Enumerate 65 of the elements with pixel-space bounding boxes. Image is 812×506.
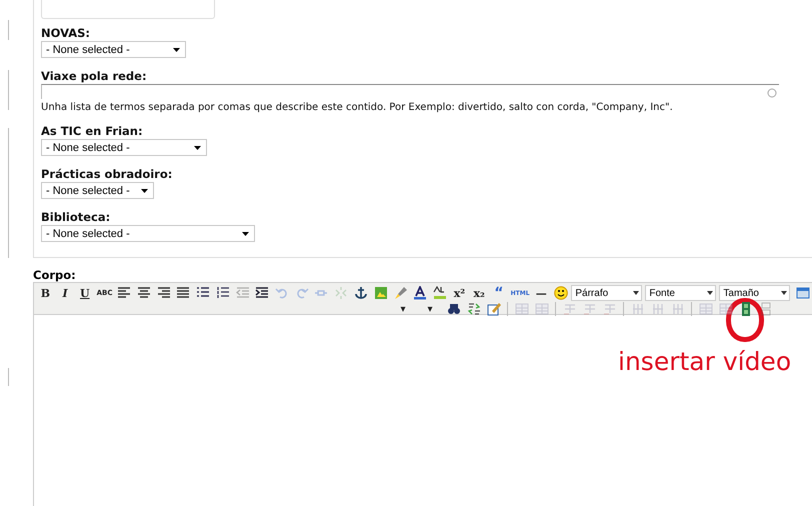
dropdown-field[interactable]: Párrafo — [571, 285, 642, 301]
page-break-icon — [758, 302, 772, 316]
dropdown-field[interactable] — [41, 0, 215, 19]
indent-icon — [255, 286, 270, 300]
smiley-icon — [554, 286, 568, 300]
field-label: Viaxe pola rede: — [41, 68, 148, 84]
window-icon — [796, 286, 810, 300]
undo-icon — [274, 286, 289, 300]
dropdown-field[interactable]: - None selected - — [41, 139, 207, 156]
caret-icon — [707, 291, 714, 295]
dropdown-field[interactable]: - None selected - — [41, 225, 255, 242]
bulleted-list-icon — [196, 286, 210, 300]
field-label: As TIC en Frian: — [41, 123, 144, 139]
table-column-icon — [670, 302, 684, 316]
table-column-icon — [630, 302, 644, 316]
field-label: Prácticas obradoiro: — [41, 166, 174, 182]
table-column-icon — [650, 302, 664, 316]
toolbar-button[interactable] — [552, 285, 570, 301]
toolbar-button[interactable]: x² — [450, 285, 469, 301]
binoculars-icon — [446, 302, 460, 316]
font-color-icon — [413, 286, 428, 300]
field-description: Unha lista de termos separada por comas que describe este contido. Por Exemplo: divertido, salto con corda, "Company, Inc". — [41, 102, 674, 113]
toolbar-button[interactable]: x₂ — [470, 285, 489, 301]
table-icon — [514, 302, 528, 316]
dropdown-field[interactable]: Tamaño — [719, 285, 790, 301]
table-icon — [698, 302, 712, 316]
toolbar-button[interactable]: U — [75, 285, 94, 301]
dropdown-field[interactable]: - None selected - — [41, 41, 186, 58]
align-center-icon — [136, 286, 151, 300]
caret-icon — [194, 146, 201, 150]
caret-icon — [242, 232, 249, 236]
table-row-icon — [602, 302, 616, 316]
align-left-icon — [117, 286, 132, 300]
toolbar-button[interactable]: I — [56, 285, 74, 301]
annotation-text: insertar vídeo — [618, 347, 792, 376]
caret-icon — [141, 188, 148, 192]
table-icon — [534, 302, 548, 316]
outdent-icon — [236, 286, 250, 300]
numbered-list-icon — [216, 286, 230, 300]
dropdown-arrow-button[interactable]: ▾ — [390, 301, 416, 317]
toolbar-button[interactable]: — — [532, 285, 551, 301]
redo-icon — [294, 286, 309, 300]
align-justify-icon — [176, 286, 190, 300]
highlight-icon — [432, 286, 447, 300]
field-label: Biblioteca: — [41, 209, 112, 225]
caret-icon — [173, 48, 180, 52]
caret-icon — [633, 291, 640, 295]
field-label: NOVAS: — [41, 25, 91, 41]
circle-icon — [767, 88, 777, 98]
table-icon — [718, 302, 732, 316]
table-row-icon — [562, 302, 576, 316]
dropdown-field[interactable]: Fonte — [645, 285, 716, 301]
field-label: Corpo: — [33, 268, 77, 282]
align-right-icon — [156, 286, 171, 300]
pencil-form-icon — [486, 302, 500, 316]
toolbar-button[interactable]: “ — [490, 285, 508, 301]
anchor-icon — [354, 286, 368, 300]
toolbar-button[interactable]: B — [36, 285, 55, 301]
tags-input[interactable] — [41, 84, 779, 99]
caret-icon — [781, 291, 788, 295]
image-icon — [374, 286, 388, 300]
table-row-icon — [582, 302, 596, 316]
replace-icon — [466, 302, 480, 316]
dropdown-field[interactable]: - None selected - — [41, 182, 154, 199]
dropdown-arrow-button[interactable]: ▾ — [417, 301, 443, 317]
